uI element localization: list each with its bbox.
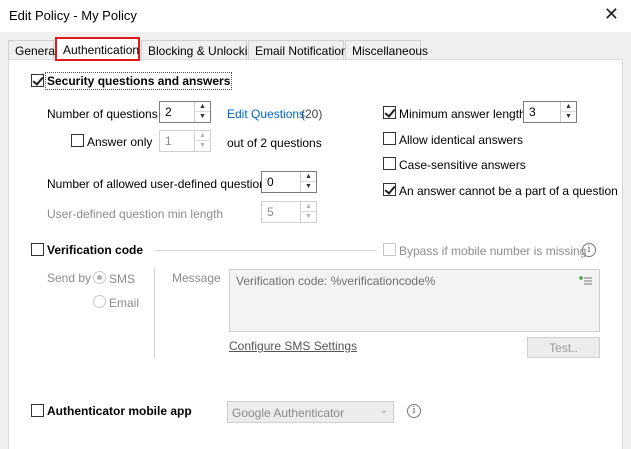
min-answer-length-checkbox[interactable]: [383, 106, 396, 119]
sms-radio[interactable]: [93, 271, 106, 284]
min-answer-length-value[interactable]: 3: [529, 105, 536, 119]
spin-down-icon[interactable]: ▼: [301, 212, 316, 222]
section-divider: [155, 250, 377, 251]
tab-miscellaneous[interactable]: Miscellaneous: [345, 40, 428, 60]
not-part-of-question-label: An answer cannot be a part of a question: [399, 184, 618, 198]
authenticator-select[interactable]: Google Authenticator ⌄: [227, 401, 394, 423]
close-icon[interactable]: ✕: [604, 5, 619, 23]
sms-label: SMS: [109, 272, 136, 286]
vertical-divider: [154, 268, 155, 358]
info-icon[interactable]: i: [582, 243, 596, 257]
edit-questions-count: (20): [301, 107, 323, 121]
answer-only-value[interactable]: 1: [165, 134, 172, 148]
allowed-user-defined-stepper[interactable]: 0 ▲ ▼: [261, 171, 317, 193]
num-questions-value[interactable]: 2: [165, 105, 172, 119]
window-title: Edit Policy - My Policy: [9, 8, 137, 23]
spin-down-icon[interactable]: ▼: [195, 112, 210, 122]
user-defined-min-length-value[interactable]: 5: [267, 205, 274, 219]
tab-email-notifications[interactable]: Email Notifications: [248, 40, 354, 60]
authenticator-checkbox[interactable]: [31, 404, 44, 417]
allow-identical-checkbox[interactable]: [383, 132, 396, 145]
test-button[interactable]: Test..: [527, 337, 600, 358]
info-icon[interactable]: i: [407, 404, 421, 418]
message-textarea[interactable]: Verification code: %verificationcode%: [229, 269, 600, 332]
spin-down-icon[interactable]: ▼: [301, 182, 316, 192]
case-sensitive-label: Case-sensitive answers: [399, 158, 526, 172]
allow-identical-label: Allow identical answers: [399, 133, 524, 147]
user-defined-min-length-label: User-defined question min length: [47, 207, 224, 221]
authenticator-selected: Google Authenticator: [232, 406, 345, 420]
tab-blocking-unlocking[interactable]: Blocking & Unlocking: [141, 40, 261, 60]
security-questions-checkbox[interactable]: [31, 74, 44, 87]
chevron-down-icon[interactable]: ⌄: [380, 405, 388, 416]
spin-down-icon[interactable]: ▼: [195, 141, 210, 151]
out-of-text: out of 2 questions: [227, 136, 322, 150]
spin-down-icon[interactable]: ▼: [561, 112, 576, 122]
answer-only-label: Answer only: [87, 135, 153, 149]
case-sensitive-checkbox[interactable]: [383, 157, 396, 170]
tab-authentication[interactable]: Authentication: [55, 37, 140, 61]
allowed-user-defined-label: Number of allowed user-defined questions: [47, 177, 272, 191]
email-radio[interactable]: [93, 295, 106, 308]
not-part-of-question-checkbox[interactable]: [383, 183, 396, 196]
spin-up-icon[interactable]: ▲: [301, 202, 316, 212]
min-answer-length-label: Minimum answer length: [399, 107, 526, 121]
security-questions-header[interactable]: Security questions and answers: [44, 72, 233, 90]
min-answer-length-stepper[interactable]: 3 ▲ ▼: [523, 101, 577, 123]
edit-questions-link[interactable]: Edit Questions: [227, 107, 305, 121]
insert-variable-icon[interactable]: [579, 275, 593, 287]
message-label: Message: [172, 271, 221, 285]
bypass-label: Bypass if mobile number is missing: [399, 244, 587, 258]
verification-code-header: Verification code: [47, 243, 144, 257]
bypass-checkbox[interactable]: [383, 243, 396, 256]
send-by-label: Send by: [47, 271, 92, 285]
num-questions-stepper[interactable]: 2 ▲ ▼: [159, 101, 211, 123]
spin-up-icon[interactable]: ▲: [195, 131, 210, 141]
verification-code-checkbox[interactable]: [31, 243, 44, 256]
spin-up-icon[interactable]: ▲: [195, 102, 210, 112]
answer-only-checkbox[interactable]: [71, 134, 84, 147]
spin-up-icon[interactable]: ▲: [301, 172, 316, 182]
configure-sms-link[interactable]: Configure SMS Settings: [229, 339, 357, 353]
spin-up-icon[interactable]: ▲: [561, 102, 576, 112]
num-questions-label: Number of questions: [47, 107, 158, 121]
user-defined-min-length-stepper[interactable]: 5 ▲ ▼: [261, 201, 317, 223]
authenticator-header: Authenticator mobile app: [47, 404, 192, 418]
message-text[interactable]: Verification code: %verificationcode%: [236, 274, 435, 288]
answer-only-stepper[interactable]: 1 ▲ ▼: [159, 130, 211, 152]
allowed-user-defined-value[interactable]: 0: [267, 175, 274, 189]
tab-general[interactable]: General: [8, 40, 58, 60]
email-label: Email: [109, 296, 140, 310]
